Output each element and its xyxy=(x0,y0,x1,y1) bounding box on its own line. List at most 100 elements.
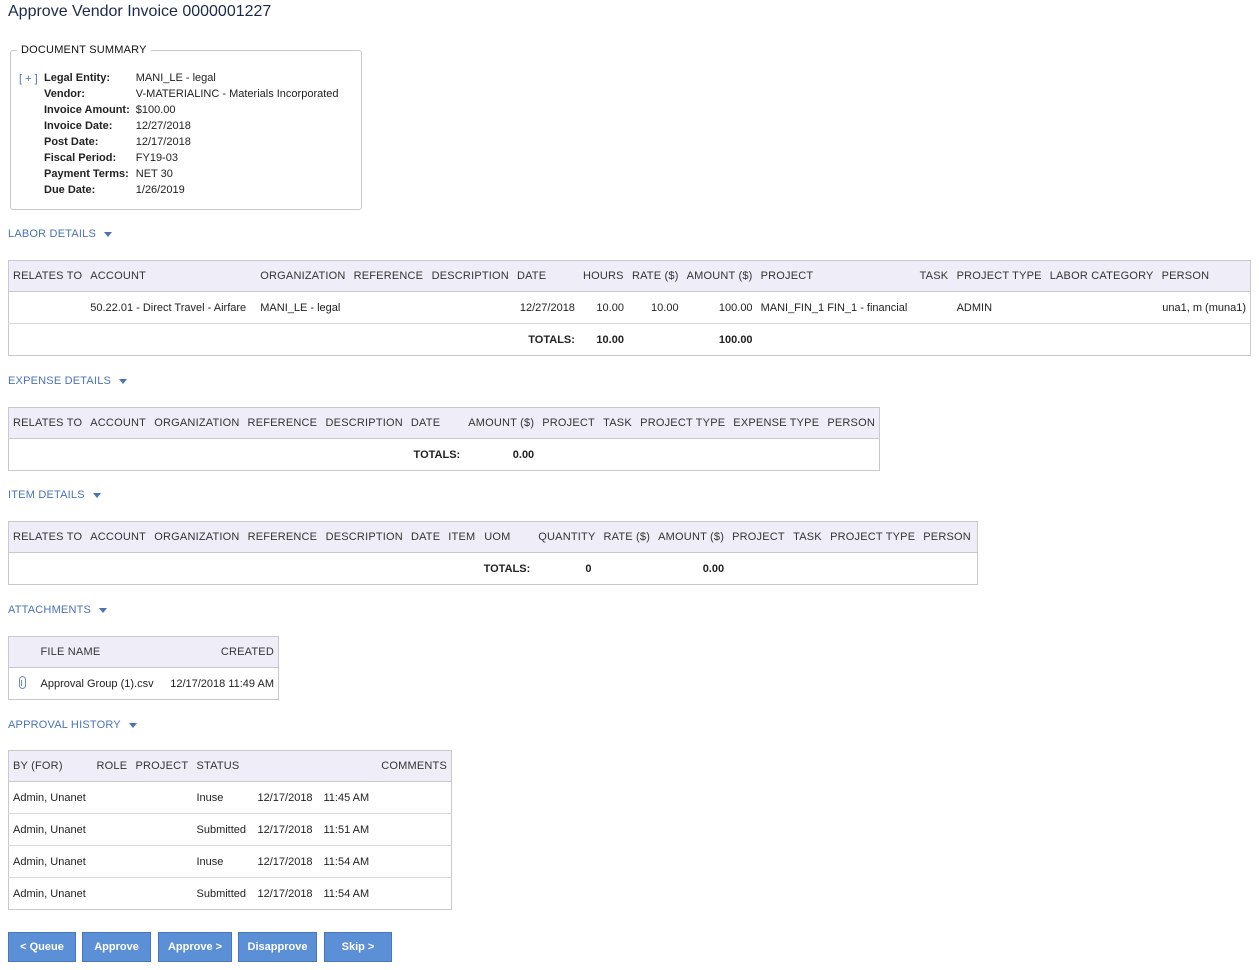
disapprove-button[interactable]: Disapprove xyxy=(238,932,317,962)
column-header[interactable]: COMMENTS xyxy=(375,750,452,782)
column-header[interactable]: PROJECT xyxy=(756,260,916,292)
labor-details-toggle[interactable]: LABOR DETAILS xyxy=(8,228,112,240)
column-header[interactable]: ITEM xyxy=(444,521,481,553)
history-row: Admin, Unanet Inuse 12/17/2018 11:54 AM xyxy=(8,845,452,878)
cell-labor-category xyxy=(1045,291,1158,324)
summary-label: Payment Terms: xyxy=(44,168,129,180)
history-status: Submitted xyxy=(196,887,247,900)
column-header[interactable]: PROJECT TYPE xyxy=(952,260,1046,292)
column-header[interactable]: AMOUNT ($) xyxy=(654,521,729,553)
history-role xyxy=(93,878,132,910)
column-header[interactable]: RELATES TO xyxy=(8,521,87,553)
item-details-toggle[interactable]: ITEM DETAILS xyxy=(8,489,101,501)
expand-summary-toggle[interactable]: [ + ] xyxy=(19,73,38,85)
history-role xyxy=(92,845,132,878)
history-project xyxy=(131,781,193,814)
column-header[interactable]: DATE xyxy=(406,407,465,439)
column-header[interactable]: REFERENCE xyxy=(349,260,428,292)
column-header[interactable]: STATUS xyxy=(192,750,254,782)
column-header[interactable]: PROJECT xyxy=(538,407,600,439)
column-header[interactable]: TASK xyxy=(789,521,827,553)
column-header[interactable]: PROJECT xyxy=(131,750,193,782)
column-header[interactable]: REFERENCE xyxy=(243,521,322,553)
history-row: Admin, Unanet Inuse 12/17/2018 11:45 AM xyxy=(8,781,452,814)
history-time: 11:45 AM xyxy=(319,781,376,814)
expense-details-toggle[interactable]: EXPENSE DETAILS xyxy=(8,375,128,387)
summary-fields: Legal Entity: MANI_LE - legal Vendor: V-MA… xyxy=(42,70,343,198)
column-header[interactable]: RATE ($) xyxy=(599,521,655,553)
column-header[interactable]: DESCRIPTION xyxy=(321,521,407,553)
column-header[interactable]: REFERENCE xyxy=(243,407,322,439)
column-header[interactable]: ORGANIZATION xyxy=(256,260,350,292)
history-by: Admin, Unanet xyxy=(13,887,86,900)
column-header[interactable]: DATE xyxy=(512,260,579,292)
column-header[interactable]: DESCRIPTION xyxy=(321,407,407,439)
approval-history-title: APPROVAL HISTORY xyxy=(8,719,121,731)
column-header[interactable]: BY (FOR) xyxy=(8,750,93,782)
summary-value: V-MATERIALINC - Materials Incorporated xyxy=(135,88,339,100)
column-header[interactable]: ORGANIZATION xyxy=(150,521,244,553)
column-header[interactable]: PROJECT TYPE xyxy=(636,407,730,439)
column-header[interactable]: UOM xyxy=(480,521,535,553)
summary-label: Fiscal Period: xyxy=(44,152,117,164)
summary-value: FY19-03 xyxy=(135,152,178,164)
cell-task xyxy=(915,291,953,324)
cell-date: 12/27/2018 xyxy=(512,291,579,324)
queue-button[interactable]: < Queue xyxy=(8,932,76,962)
column-header[interactable]: TASK xyxy=(599,407,637,439)
column-header[interactable]: RELATES TO xyxy=(8,260,87,292)
column-header[interactable]: PERSON xyxy=(919,521,978,553)
column-header[interactable]: ACCOUNT xyxy=(86,407,151,439)
column-header[interactable]: PERSON xyxy=(1157,260,1251,292)
history-project xyxy=(132,878,193,910)
attachment-created: 12/17/2018 11:49 AM xyxy=(170,677,274,690)
column-header[interactable]: LABOR CATEGORY xyxy=(1045,260,1158,292)
column-header[interactable]: FILE NAME xyxy=(36,636,163,668)
history-project xyxy=(131,813,193,846)
chevron-down-icon xyxy=(128,722,137,728)
history-date: 12/17/2018 xyxy=(257,887,313,900)
column-header[interactable]: AMOUNT ($) xyxy=(464,407,539,439)
history-date: 12/17/2018 xyxy=(253,845,320,878)
column-header[interactable]: ACCOUNT xyxy=(86,521,151,553)
history-status: Submitted xyxy=(192,813,254,846)
column-header[interactable]: PROJECT xyxy=(728,521,790,553)
table-row: 50.22.01 - Direct Travel - Airfare MANI_… xyxy=(8,291,1251,324)
history-time: 11:54 AM xyxy=(323,887,370,900)
document-summary: DOCUMENT SUMMARY [ + ] Legal Entity: MANI… xyxy=(10,44,362,210)
attachment-row: Approval Group (1).csv 12/17/2018 11:49 … xyxy=(9,668,279,700)
column-header[interactable]: ROLE xyxy=(92,750,132,782)
totals-label: TOTALS: xyxy=(528,333,575,346)
attachments-toggle[interactable]: ATTACHMENTS xyxy=(8,604,108,616)
history-comments xyxy=(375,813,452,846)
skip-button[interactable]: Skip > xyxy=(324,932,392,962)
history-time: 11:54 AM xyxy=(319,845,376,878)
column-header[interactable]: PROJECT TYPE xyxy=(826,521,920,553)
chevron-down-icon xyxy=(119,378,128,384)
total-hours: 10.00 xyxy=(596,333,624,346)
column-header[interactable]: AMOUNT ($) xyxy=(682,260,757,292)
cell-description xyxy=(427,291,513,324)
approve-button[interactable]: Approve xyxy=(82,932,151,962)
column-header[interactable]: HOURS xyxy=(578,260,628,292)
document-summary-legend: DOCUMENT SUMMARY xyxy=(21,44,147,56)
column-header[interactable]: PERSON xyxy=(823,407,880,439)
history-role xyxy=(92,813,132,846)
total-quantity: 0 xyxy=(585,562,592,575)
column-header[interactable]: CREATED xyxy=(162,636,279,668)
column-header[interactable]: QUANTITY xyxy=(534,521,600,553)
approve-next-button[interactable]: Approve > xyxy=(158,932,232,962)
column-header[interactable]: DESCRIPTION xyxy=(427,260,513,292)
column-header[interactable]: TASK xyxy=(915,260,953,292)
column-header[interactable]: ORGANIZATION xyxy=(150,407,244,439)
attachment-file-link[interactable]: Approval Group (1).csv xyxy=(37,668,163,700)
approval-history-table: BY (FOR) ROLE PROJECT STATUS COMMENTS Ad… xyxy=(8,750,452,910)
column-header[interactable]: ACCOUNT xyxy=(86,260,257,292)
column-header[interactable]: DATE xyxy=(406,521,445,553)
approval-history-toggle[interactable]: APPROVAL HISTORY xyxy=(8,719,137,731)
column-header[interactable]: RELATES TO xyxy=(8,407,87,439)
column-header[interactable]: RATE ($) xyxy=(627,260,683,292)
column-header[interactable]: EXPENSE TYPE xyxy=(729,407,824,439)
history-date: 12/17/2018 xyxy=(253,781,320,814)
total-amount: 100.00 xyxy=(718,333,753,346)
